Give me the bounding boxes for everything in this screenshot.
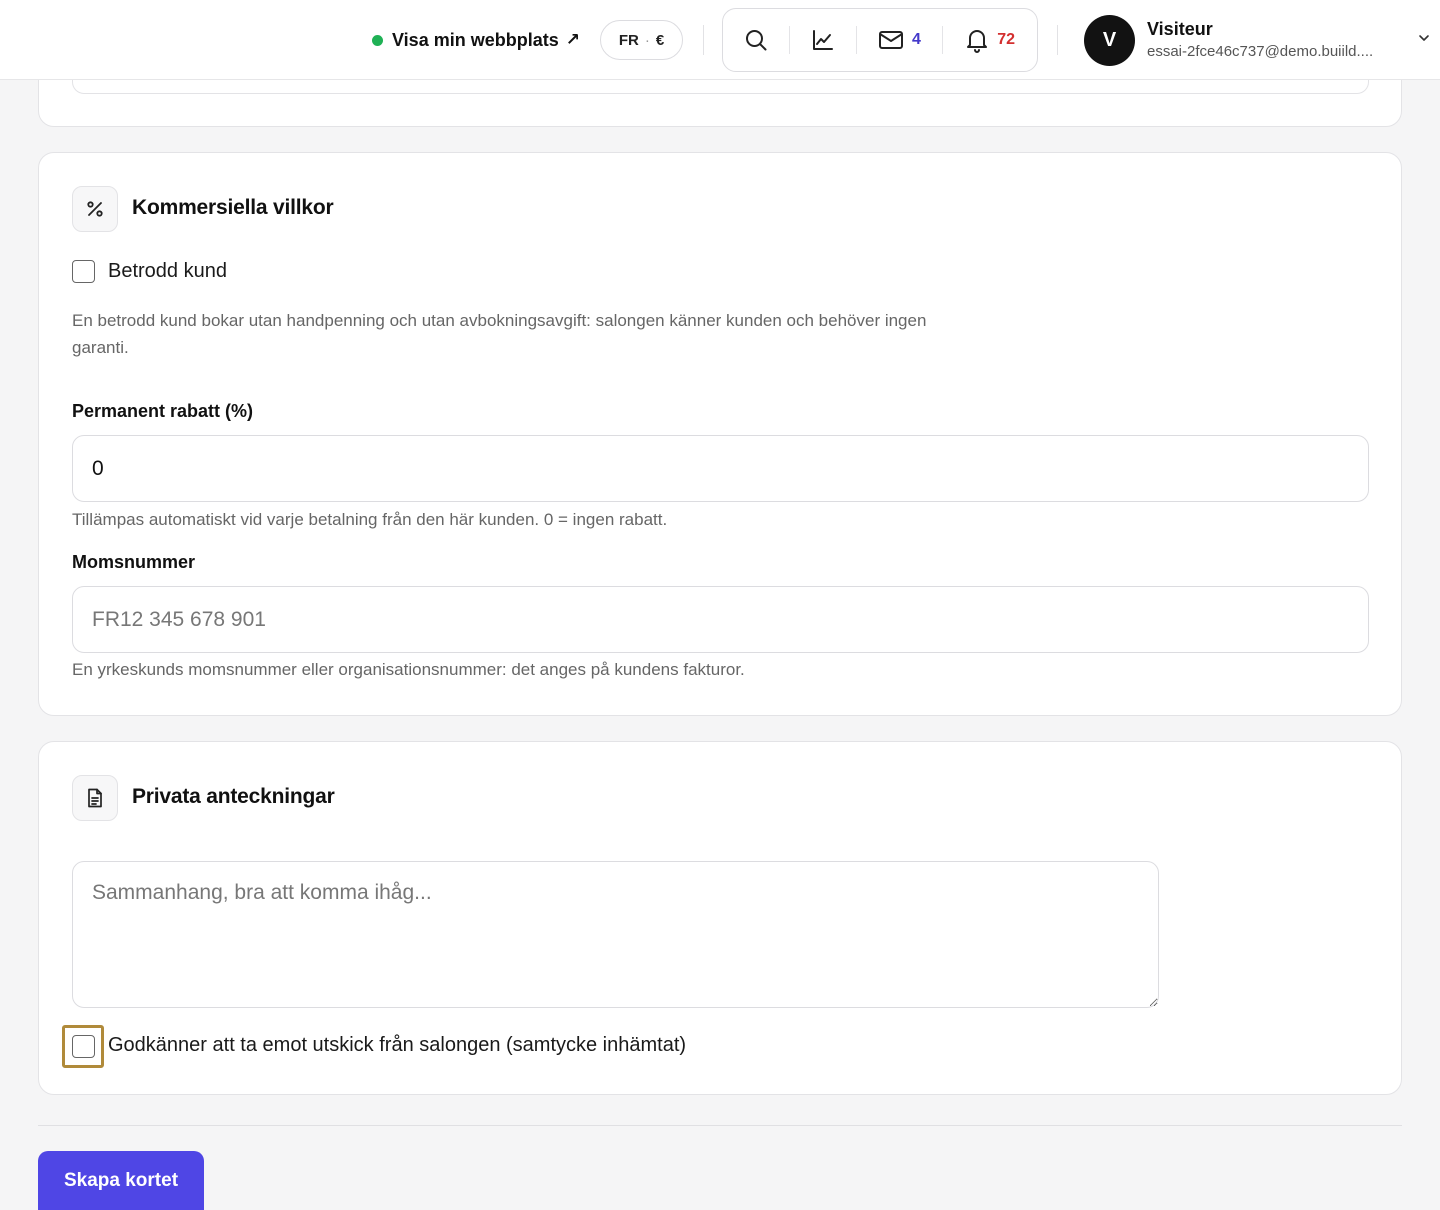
analytics-button[interactable] [790, 9, 856, 71]
section-icon-box [72, 775, 118, 821]
create-card-button[interactable]: Skapa kortet [38, 1151, 204, 1210]
notifications-count: 72 [997, 31, 1016, 48]
section-title: Kommersiella villkor [132, 196, 334, 219]
notifications-button[interactable]: 72 [943, 9, 1037, 71]
trusted-client-help: En betrodd kund bokar utan handpenning o… [72, 311, 927, 357]
section-icon-box [72, 186, 118, 232]
messages-button[interactable]: 4 [857, 9, 943, 71]
top-bar: Visa min webbplats ↗ FR · € 4 72 V Visit… [0, 0, 1440, 80]
view-website-link[interactable]: Visa min webbplats ↗ [372, 26, 580, 54]
user-email: essai-2fce46c737@demo.buiild.... [1147, 43, 1374, 60]
discount-label: Permanent rabatt (%) [72, 401, 254, 421]
trusted-client-checkbox[interactable] [72, 260, 95, 283]
online-status-dot [372, 34, 383, 46]
private-notes-textarea[interactable] [72, 861, 1159, 1008]
header-toolbar: 4 72 [722, 8, 1038, 72]
currency-symbol: € [655, 31, 665, 49]
avatar[interactable]: V [1084, 15, 1135, 66]
trusted-client-label[interactable]: Betrodd kund [108, 260, 227, 283]
header-divider [703, 25, 704, 55]
bell-icon [967, 30, 988, 53]
section-title: Privata anteckningar [132, 785, 335, 808]
header-divider [1057, 25, 1058, 55]
document-icon [88, 788, 102, 808]
vat-number-input[interactable] [72, 586, 1369, 653]
vat-number-label: Momsnummer [72, 552, 196, 572]
mail-icon [879, 31, 903, 49]
locale-currency-switcher[interactable]: FR · € [600, 20, 683, 60]
vat-number-help: En yrkeskunds momsnummer eller organisat… [72, 660, 745, 679]
search-icon [745, 30, 767, 51]
external-arrow-icon: ↗ [565, 30, 580, 49]
chevron-down-icon[interactable] [1417, 31, 1431, 45]
locale-code: FR [618, 31, 639, 49]
percent-icon [87, 201, 103, 217]
view-website-label: Visa min webbplats [392, 29, 559, 50]
marketing-consent-label[interactable]: Godkänner att ta emot utskick från salon… [108, 1034, 686, 1057]
marketing-consent-checkbox[interactable] [72, 1035, 95, 1058]
locale-separator: · [644, 31, 650, 49]
messages-count: 4 [912, 31, 921, 48]
search-button[interactable] [723, 9, 789, 71]
user-name: Visiteur [1147, 19, 1213, 39]
discount-input[interactable] [72, 435, 1369, 502]
private-notes-card: Privata anteckningar Godkänner att ta em… [38, 741, 1402, 1095]
line-chart-icon [812, 30, 833, 50]
commercial-terms-card: Kommersiella villkor Betrodd kund En bet… [38, 152, 1402, 716]
discount-help: Tillämpas automatiskt vid varje betalnin… [72, 510, 668, 529]
form-footer-divider [38, 1125, 1402, 1126]
